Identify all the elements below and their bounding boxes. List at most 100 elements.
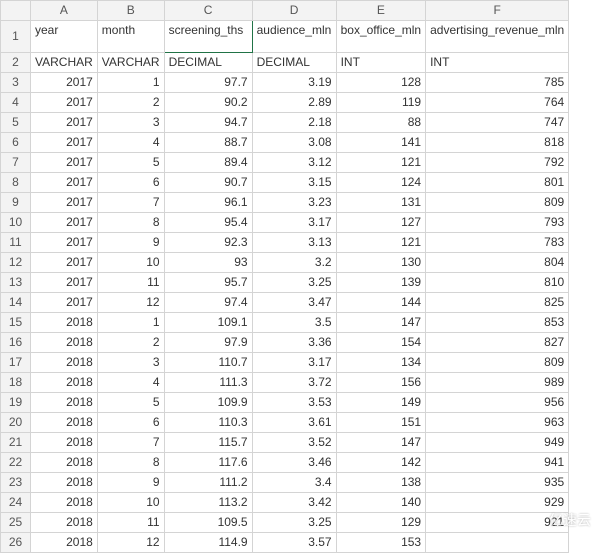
cell-A13[interactable]: 2017 bbox=[31, 273, 98, 293]
row-header-15[interactable]: 15 bbox=[1, 313, 31, 333]
cell-A6[interactable]: 2017 bbox=[31, 133, 98, 153]
cell-F7[interactable]: 792 bbox=[426, 153, 569, 173]
cell-A15[interactable]: 2018 bbox=[31, 313, 98, 333]
cell-A8[interactable]: 2017 bbox=[31, 173, 98, 193]
cell-D10[interactable]: 3.17 bbox=[252, 213, 336, 233]
cell-E3[interactable]: 128 bbox=[336, 73, 426, 93]
row-header-5[interactable]: 5 bbox=[1, 113, 31, 133]
cell-D24[interactable]: 3.42 bbox=[252, 493, 336, 513]
cell-B14[interactable]: 12 bbox=[97, 293, 164, 313]
cell-D22[interactable]: 3.46 bbox=[252, 453, 336, 473]
cell-F26[interactable] bbox=[426, 533, 569, 553]
cell-E17[interactable]: 134 bbox=[336, 353, 426, 373]
cell-F10[interactable]: 793 bbox=[426, 213, 569, 233]
cell-D18[interactable]: 3.72 bbox=[252, 373, 336, 393]
cell-E26[interactable]: 153 bbox=[336, 533, 426, 553]
cell-D9[interactable]: 3.23 bbox=[252, 193, 336, 213]
cell-E20[interactable]: 151 bbox=[336, 413, 426, 433]
cell-C6[interactable]: 88.7 bbox=[164, 133, 252, 153]
cell-A1[interactable]: year bbox=[31, 21, 98, 53]
cell-D16[interactable]: 3.36 bbox=[252, 333, 336, 353]
cell-C4[interactable]: 90.2 bbox=[164, 93, 252, 113]
cell-E9[interactable]: 131 bbox=[336, 193, 426, 213]
row-header-4[interactable]: 4 bbox=[1, 93, 31, 113]
cell-C26[interactable]: 114.9 bbox=[164, 533, 252, 553]
cell-F18[interactable]: 989 bbox=[426, 373, 569, 393]
cell-D15[interactable]: 3.5 bbox=[252, 313, 336, 333]
cell-B5[interactable]: 3 bbox=[97, 113, 164, 133]
cell-B3[interactable]: 1 bbox=[97, 73, 164, 93]
cell-B10[interactable]: 8 bbox=[97, 213, 164, 233]
cell-E23[interactable]: 138 bbox=[336, 473, 426, 493]
cell-D17[interactable]: 3.17 bbox=[252, 353, 336, 373]
cell-C24[interactable]: 113.2 bbox=[164, 493, 252, 513]
row-header-12[interactable]: 12 bbox=[1, 253, 31, 273]
cell-E1[interactable]: box_office_mln bbox=[336, 21, 426, 53]
cell-C15[interactable]: 109.1 bbox=[164, 313, 252, 333]
row-header-6[interactable]: 6 bbox=[1, 133, 31, 153]
cell-C16[interactable]: 97.9 bbox=[164, 333, 252, 353]
col-header-F[interactable]: F bbox=[426, 1, 569, 21]
select-all-corner[interactable] bbox=[1, 1, 31, 21]
cell-E5[interactable]: 88 bbox=[336, 113, 426, 133]
cell-C21[interactable]: 115.7 bbox=[164, 433, 252, 453]
cell-F19[interactable]: 956 bbox=[426, 393, 569, 413]
cell-B8[interactable]: 6 bbox=[97, 173, 164, 193]
cell-A5[interactable]: 2017 bbox=[31, 113, 98, 133]
cell-B1[interactable]: month bbox=[97, 21, 164, 53]
cell-E14[interactable]: 144 bbox=[336, 293, 426, 313]
cell-F13[interactable]: 810 bbox=[426, 273, 569, 293]
cell-A14[interactable]: 2017 bbox=[31, 293, 98, 313]
cell-F20[interactable]: 963 bbox=[426, 413, 569, 433]
cell-D19[interactable]: 3.53 bbox=[252, 393, 336, 413]
cell-B15[interactable]: 1 bbox=[97, 313, 164, 333]
cell-B2[interactable]: VARCHAR bbox=[97, 53, 164, 73]
cell-D13[interactable]: 3.25 bbox=[252, 273, 336, 293]
cell-D14[interactable]: 3.47 bbox=[252, 293, 336, 313]
cell-A20[interactable]: 2018 bbox=[31, 413, 98, 433]
row-header-19[interactable]: 19 bbox=[1, 393, 31, 413]
cell-A19[interactable]: 2018 bbox=[31, 393, 98, 413]
cell-D4[interactable]: 2.89 bbox=[252, 93, 336, 113]
cell-C23[interactable]: 111.2 bbox=[164, 473, 252, 493]
cell-C18[interactable]: 111.3 bbox=[164, 373, 252, 393]
cell-A24[interactable]: 2018 bbox=[31, 493, 98, 513]
cell-E24[interactable]: 140 bbox=[336, 493, 426, 513]
cell-D23[interactable]: 3.4 bbox=[252, 473, 336, 493]
row-header-17[interactable]: 17 bbox=[1, 353, 31, 373]
cell-B19[interactable]: 5 bbox=[97, 393, 164, 413]
col-header-E[interactable]: E bbox=[336, 1, 426, 21]
cell-A21[interactable]: 2018 bbox=[31, 433, 98, 453]
cell-C19[interactable]: 109.9 bbox=[164, 393, 252, 413]
cell-C7[interactable]: 89.4 bbox=[164, 153, 252, 173]
cell-D20[interactable]: 3.61 bbox=[252, 413, 336, 433]
cell-C13[interactable]: 95.7 bbox=[164, 273, 252, 293]
cell-D6[interactable]: 3.08 bbox=[252, 133, 336, 153]
cell-A3[interactable]: 2017 bbox=[31, 73, 98, 93]
cell-E22[interactable]: 142 bbox=[336, 453, 426, 473]
cell-B24[interactable]: 10 bbox=[97, 493, 164, 513]
cell-D8[interactable]: 3.15 bbox=[252, 173, 336, 193]
cell-E11[interactable]: 121 bbox=[336, 233, 426, 253]
cell-D12[interactable]: 3.2 bbox=[252, 253, 336, 273]
cell-F16[interactable]: 827 bbox=[426, 333, 569, 353]
cell-A26[interactable]: 2018 bbox=[31, 533, 98, 553]
cell-C5[interactable]: 94.7 bbox=[164, 113, 252, 133]
cell-C8[interactable]: 90.7 bbox=[164, 173, 252, 193]
cell-C1[interactable]: screening_ths bbox=[164, 21, 252, 53]
row-header-13[interactable]: 13 bbox=[1, 273, 31, 293]
cell-A16[interactable]: 2018 bbox=[31, 333, 98, 353]
cell-D26[interactable]: 3.57 bbox=[252, 533, 336, 553]
cell-B6[interactable]: 4 bbox=[97, 133, 164, 153]
cell-B21[interactable]: 7 bbox=[97, 433, 164, 453]
cell-E18[interactable]: 156 bbox=[336, 373, 426, 393]
cell-F15[interactable]: 853 bbox=[426, 313, 569, 333]
cell-C17[interactable]: 110.7 bbox=[164, 353, 252, 373]
cell-F14[interactable]: 825 bbox=[426, 293, 569, 313]
cell-D25[interactable]: 3.25 bbox=[252, 513, 336, 533]
cell-C10[interactable]: 95.4 bbox=[164, 213, 252, 233]
cell-E19[interactable]: 149 bbox=[336, 393, 426, 413]
row-header-2[interactable]: 2 bbox=[1, 53, 31, 73]
cell-F17[interactable]: 809 bbox=[426, 353, 569, 373]
cell-F22[interactable]: 941 bbox=[426, 453, 569, 473]
